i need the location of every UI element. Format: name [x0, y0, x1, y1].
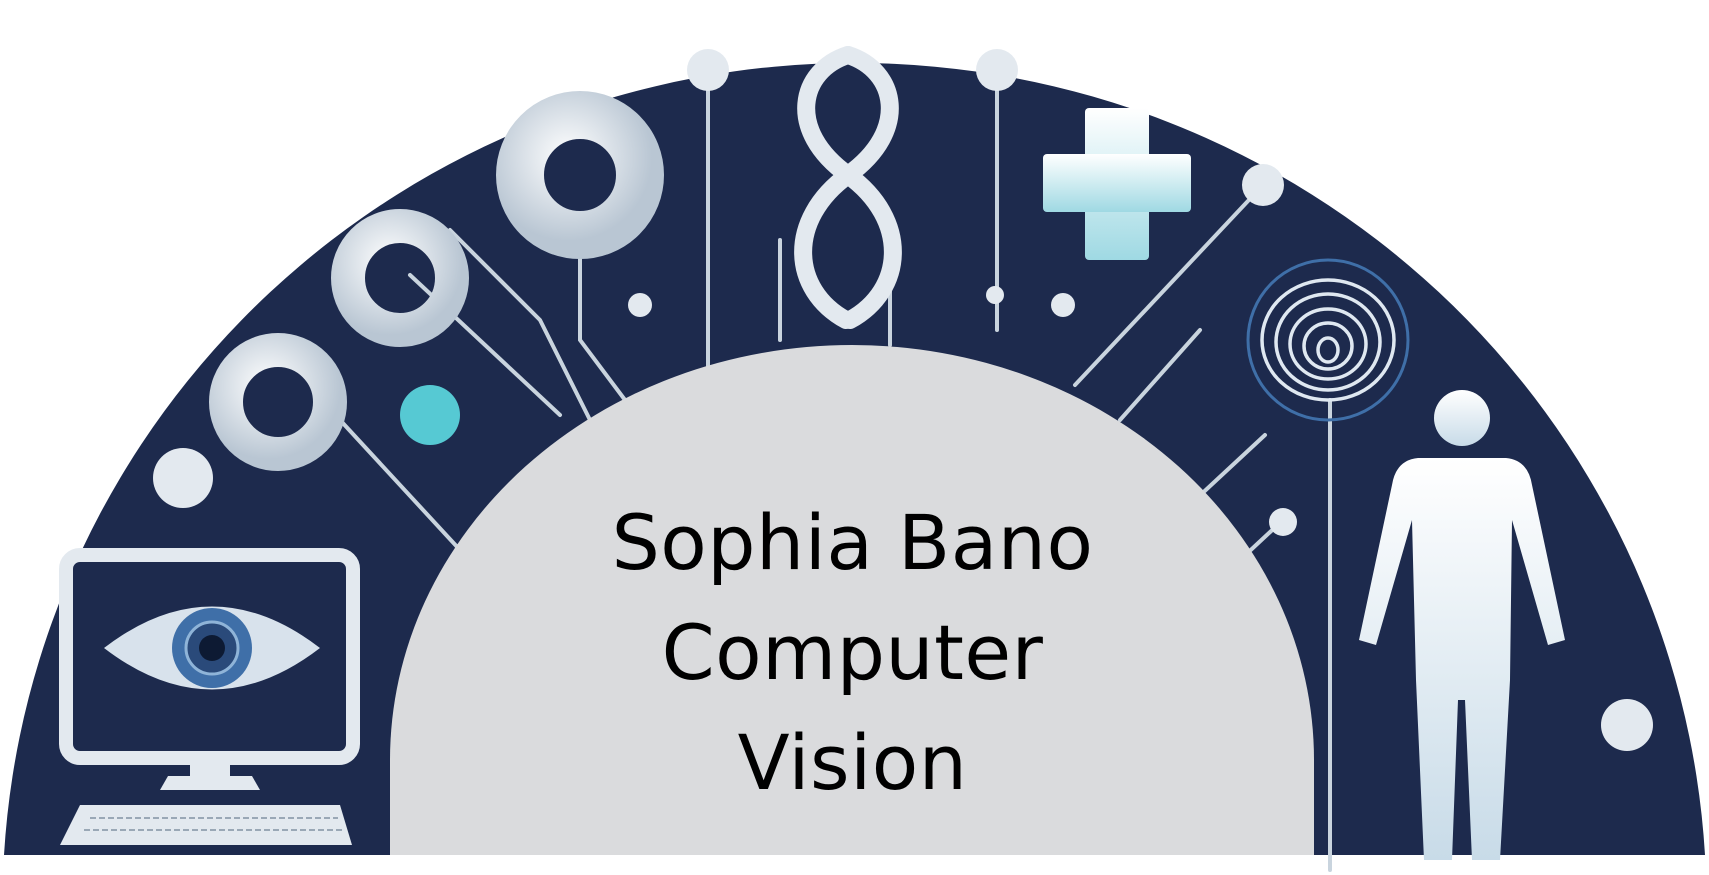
title-line-name: Sophia Bano: [611, 498, 1094, 587]
title-line-field-2: Vision: [737, 718, 968, 807]
keyboard-icon: [60, 805, 352, 845]
monitor-eye-icon: [59, 548, 360, 790]
logo-title: Sophia Bano Computer Vision: [390, 488, 1315, 818]
logo-banner: Sophia Bano Computer Vision: [0, 0, 1709, 875]
teal-dot-icon: [400, 385, 460, 445]
title-line-field-1: Computer: [661, 608, 1044, 697]
